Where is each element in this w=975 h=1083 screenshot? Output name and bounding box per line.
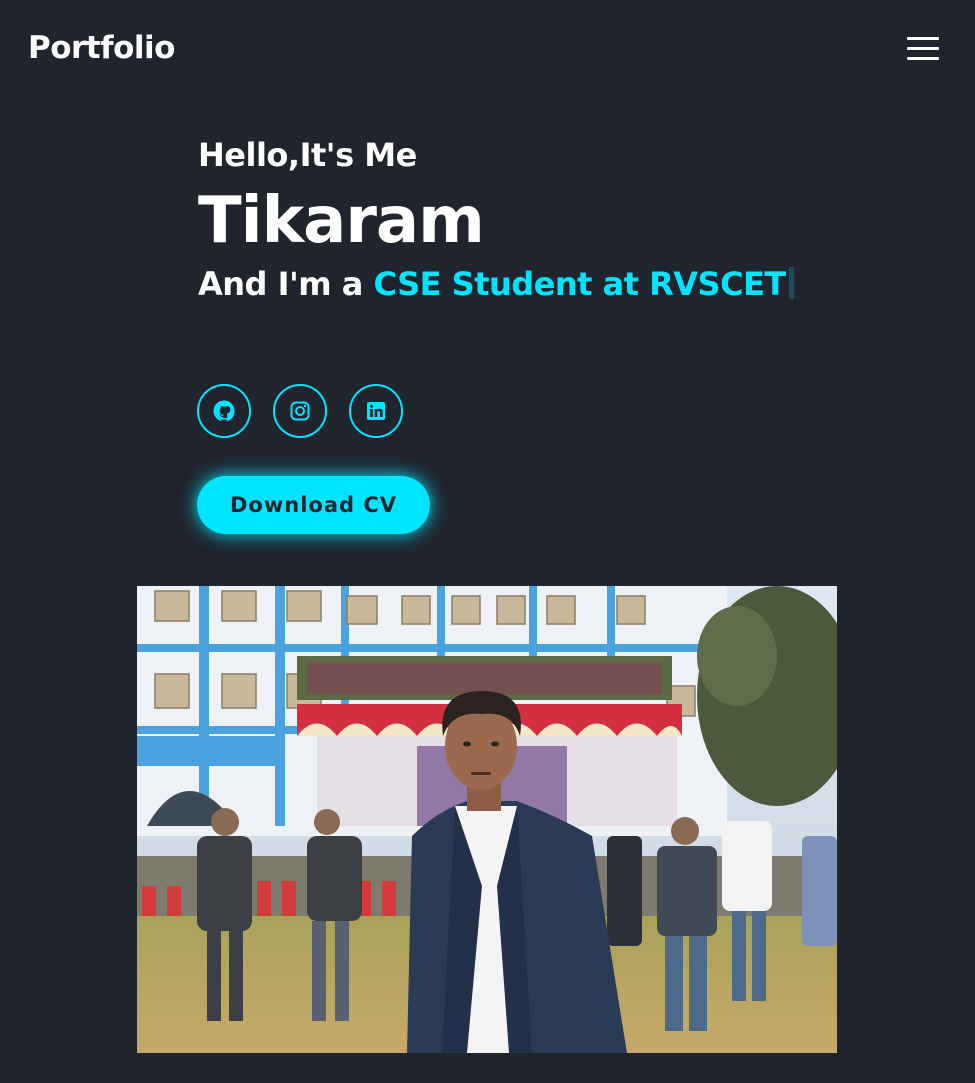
hero-role-highlight: CSE Student at RVSCET	[373, 265, 787, 303]
site-header: Portfolio	[0, 0, 975, 96]
profile-photo	[137, 586, 837, 1053]
instagram-link[interactable]	[273, 384, 327, 438]
hero-name: Tikaram	[198, 184, 485, 258]
profile-photo-illustration	[137, 586, 837, 1053]
hero-role-prefix: And I'm a	[198, 265, 374, 303]
github-icon	[213, 400, 235, 422]
github-link[interactable]	[197, 384, 251, 438]
typing-cursor	[788, 267, 794, 299]
linkedin-link[interactable]	[349, 384, 403, 438]
instagram-icon	[290, 401, 310, 421]
hero-role: And I'm a CSE Student at RVSCET	[198, 262, 898, 306]
hamburger-menu-icon[interactable]	[904, 35, 942, 65]
hero-section: Hello,It's Me Tikaram And I'm a CSE Stud…	[198, 132, 898, 306]
hero-greeting: Hello,It's Me	[198, 136, 417, 174]
download-cv-button[interactable]: Download CV	[197, 476, 430, 534]
linkedin-icon	[367, 402, 385, 420]
logo[interactable]: Portfolio	[28, 28, 175, 68]
